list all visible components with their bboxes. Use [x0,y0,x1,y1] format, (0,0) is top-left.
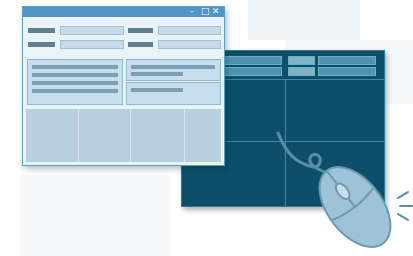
mouse-cable [276,131,337,177]
click-indicator-icon [397,191,413,221]
computer-mouse-icon [276,131,413,248]
